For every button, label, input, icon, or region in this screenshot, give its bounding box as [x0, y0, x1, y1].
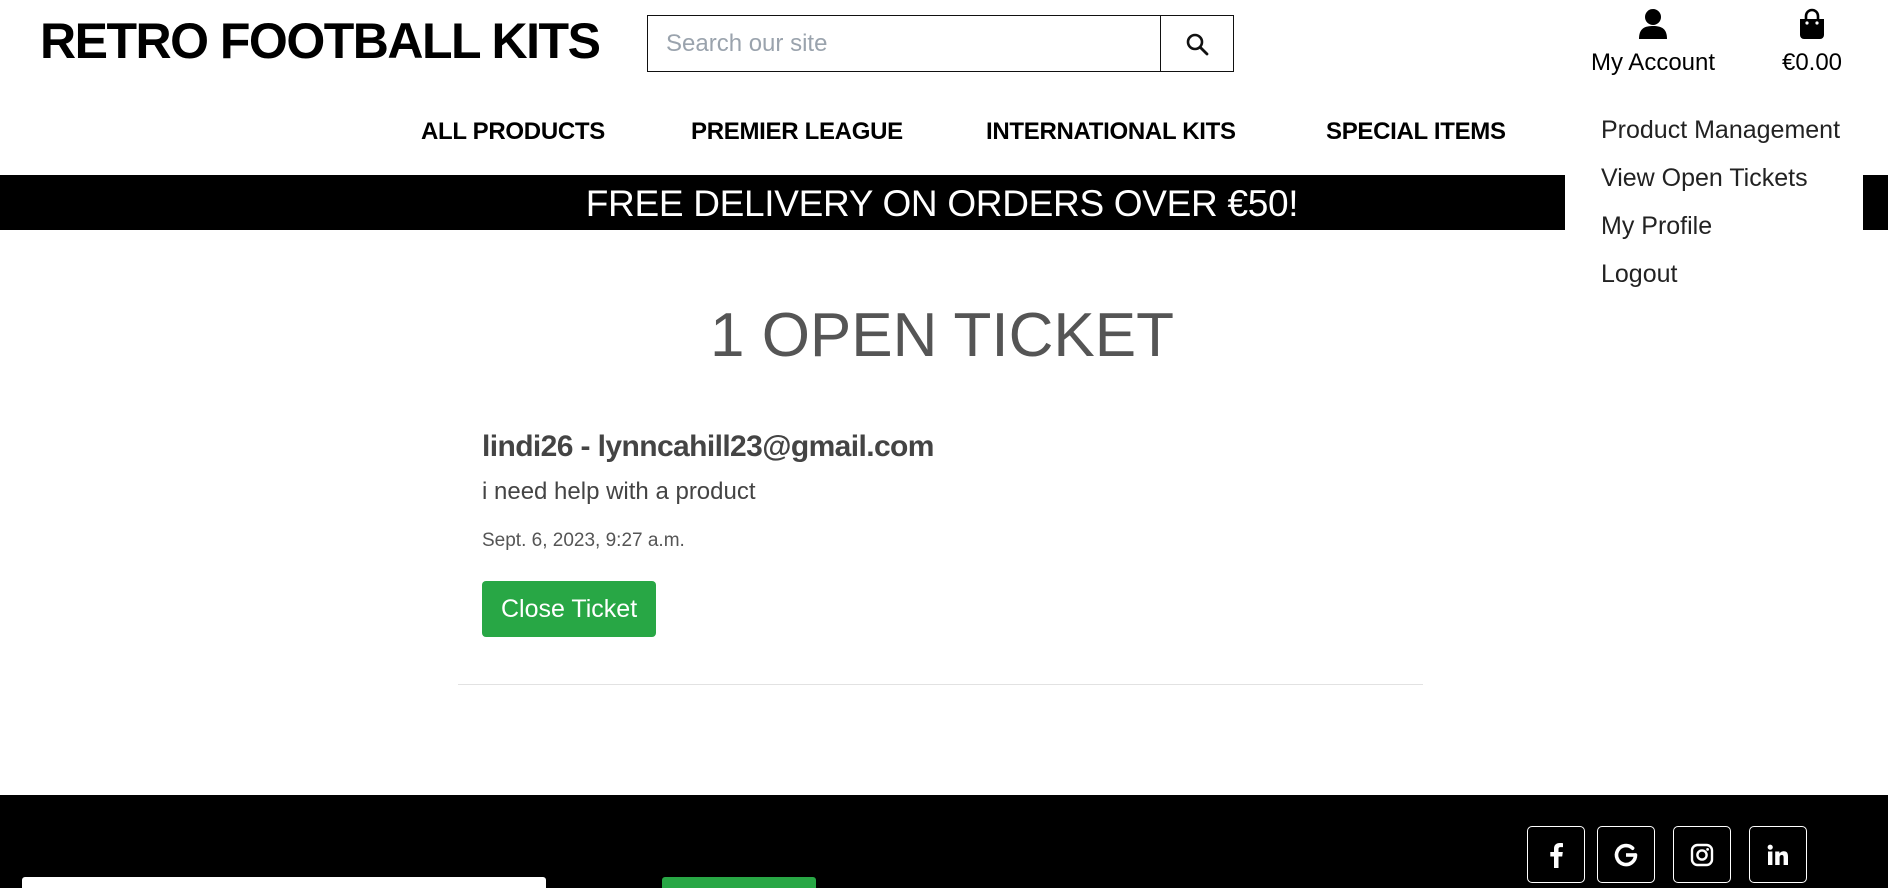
instagram-icon: [1690, 843, 1714, 866]
ticket-user-email: lindi26 - lynncahill23@gmail.com: [482, 430, 934, 463]
main-nav: ALL PRODUCTS PREMIER LEAGUE INTERNATIONA…: [0, 118, 1560, 150]
search-button[interactable]: [1160, 16, 1233, 71]
menu-item-logout[interactable]: Logout: [1601, 249, 1863, 297]
nav-special-items[interactable]: SPECIAL ITEMS: [1326, 118, 1506, 146]
my-account-label: My Account: [1590, 49, 1716, 76]
bag-total: €0.00: [1781, 49, 1843, 76]
search-icon: [1186, 33, 1209, 55]
shopping-bag-icon: [1800, 8, 1824, 39]
my-account-link[interactable]: My Account: [1582, 8, 1724, 77]
search-form: [647, 15, 1234, 72]
page-title: 1 OPEN TICKET: [710, 301, 1174, 370]
user-icon: [1639, 9, 1667, 39]
shopping-bag-link[interactable]: €0.00: [1770, 8, 1854, 77]
newsletter-email-input[interactable]: [22, 877, 546, 888]
menu-item-view-open-tickets[interactable]: View Open Tickets: [1601, 153, 1863, 201]
ticket-divider: [458, 684, 1423, 685]
menu-item-my-profile[interactable]: My Profile: [1601, 201, 1863, 249]
close-ticket-button[interactable]: Close Ticket: [482, 581, 657, 637]
ticket-date: Sept. 6, 2023, 9:27 a.m.: [482, 530, 685, 551]
account-dropdown-menu: Product Management View Open Tickets My …: [1565, 105, 1863, 305]
facebook-link[interactable]: [1527, 826, 1585, 883]
newsletter-subscribe-button[interactable]: [662, 877, 816, 888]
nav-international-kits[interactable]: INTERNATIONAL KITS: [986, 118, 1236, 146]
google-link[interactable]: [1597, 826, 1655, 883]
google-icon: [1614, 843, 1638, 866]
nav-premier-league[interactable]: PREMIER LEAGUE: [691, 118, 903, 146]
facebook-icon: [1550, 842, 1563, 868]
search-input[interactable]: [648, 16, 1160, 71]
site-logo[interactable]: RETRO FOOTBALL KITS: [40, 12, 601, 70]
menu-item-product-management[interactable]: Product Management: [1601, 105, 1863, 153]
ticket-card: lindi26 - lynncahill23@gmail.com i need …: [458, 430, 1423, 685]
linkedin-icon: [1767, 844, 1788, 865]
site-footer: [0, 795, 1888, 888]
nav-all-products[interactable]: ALL PRODUCTS: [421, 118, 605, 146]
instagram-link[interactable]: [1673, 826, 1731, 883]
linkedin-link[interactable]: [1749, 826, 1807, 883]
ticket-message: i need help with a product: [482, 478, 756, 505]
